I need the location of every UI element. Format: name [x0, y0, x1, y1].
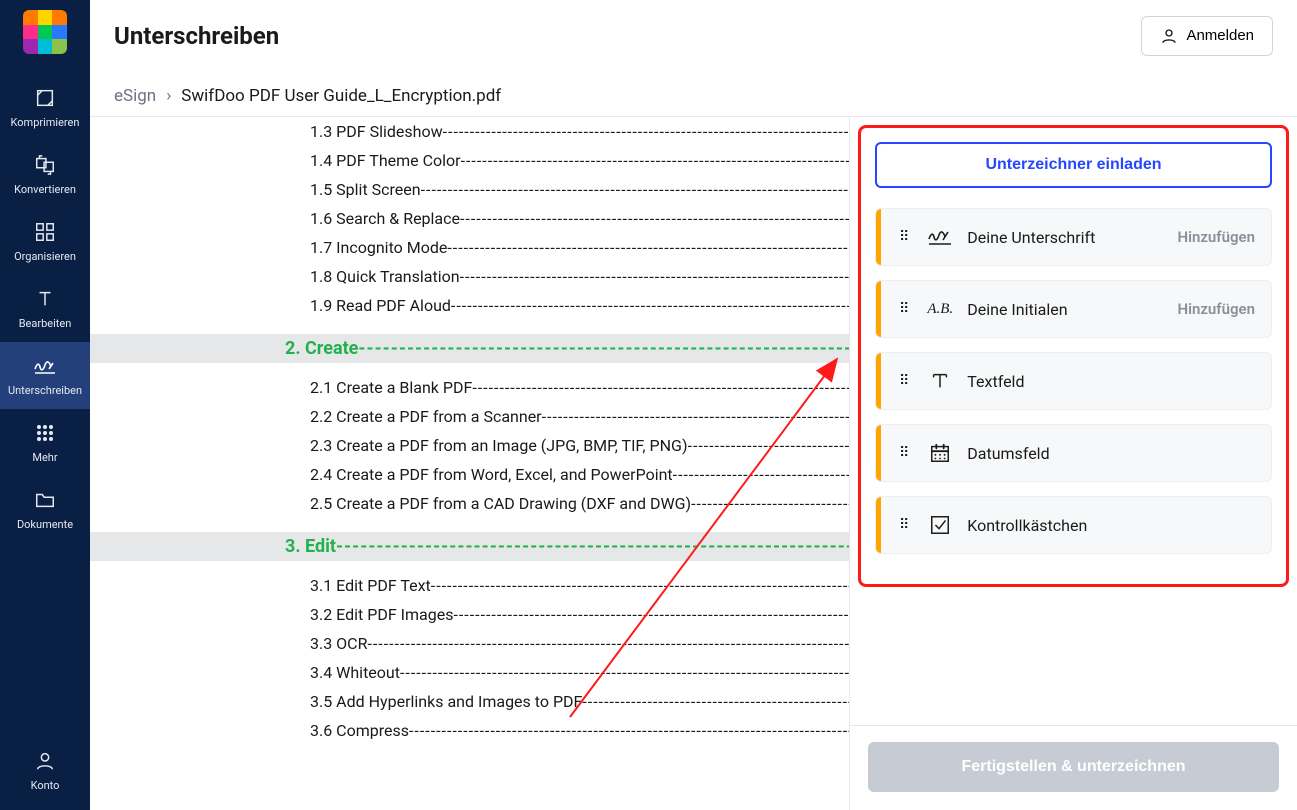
- toc-item: 3.5 Add Hyperlinks and Images to PDF----…: [90, 687, 849, 716]
- document-scroll[interactable]: 1.3 PDF Slideshow-----------------------…: [90, 117, 849, 810]
- convert-icon: [33, 153, 57, 177]
- toc-item: 1.5 Split Screen------------------------…: [90, 175, 849, 204]
- drag-handle-icon[interactable]: ⠿: [899, 450, 911, 456]
- sidebar-item-label: Konvertieren: [14, 183, 76, 196]
- field-label: Kontrollkästchen: [967, 516, 1255, 535]
- field-accent: [876, 425, 881, 481]
- initials-icon: A.B.: [927, 296, 953, 322]
- organize-icon: [33, 220, 57, 244]
- drag-handle-icon[interactable]: ⠿: [899, 234, 911, 240]
- finish-sign-button[interactable]: Fertigstellen & unterzeichnen: [868, 742, 1279, 792]
- field-label: Deine Unterschrift: [967, 228, 1177, 247]
- text-icon: [927, 368, 953, 394]
- toc-item: 1.7 Incognito Mode----------------------…: [90, 233, 849, 262]
- app-logo[interactable]: [23, 10, 67, 54]
- signature-icon: [927, 224, 953, 250]
- toc-item: 3.2 Edit PDF Images---------------------…: [90, 600, 849, 629]
- toc-item: 1.9 Read PDF Aloud----------------------…: [90, 291, 849, 320]
- drag-handle-icon[interactable]: ⠿: [899, 378, 911, 384]
- invite-signers-button[interactable]: Unterzeichner einladen: [875, 142, 1272, 188]
- drag-handle-icon[interactable]: ⠿: [899, 306, 911, 312]
- date-icon: [927, 440, 953, 466]
- sign-icon: [33, 354, 57, 378]
- field-checkbox[interactable]: ⠿ Kontrollkästchen: [875, 496, 1272, 554]
- toc-section: 2. Create ------------------------------…: [90, 334, 849, 363]
- sidebar-item-account[interactable]: Konto: [0, 737, 90, 804]
- sidebar-item-label: Dokumente: [17, 518, 73, 531]
- field-accent: [876, 209, 881, 265]
- field-label: Deine Initialen: [967, 300, 1177, 319]
- field-signature[interactable]: ⠿ Deine UnterschriftHinzufügen: [875, 208, 1272, 266]
- login-button[interactable]: Anmelden: [1141, 16, 1273, 56]
- sidebar-item-sign[interactable]: Unterschreiben: [0, 342, 90, 409]
- sidebar-item-more[interactable]: Mehr: [0, 409, 90, 476]
- field-action[interactable]: Hinzufügen: [1177, 300, 1255, 318]
- toc-item: 1.8 Quick Translation-------------------…: [90, 262, 849, 291]
- signature-tools-box: Unterzeichner einladen ⠿ Deine Unterschri…: [858, 125, 1289, 587]
- sidebar-item-label: Komprimieren: [11, 116, 80, 129]
- toc-item: 1.3 PDF Slideshow-----------------------…: [90, 117, 849, 146]
- breadcrumb-file: SwifDoo PDF User Guide_L_Encryption.pdf: [181, 86, 501, 106]
- field-accent: [876, 353, 881, 409]
- account-icon: [33, 749, 57, 773]
- sidebar-item-convert[interactable]: Konvertieren: [0, 141, 90, 208]
- toc-section: 3. Edit --------------------------------…: [90, 532, 849, 561]
- toc-item: 3.6 Compress----------------------------…: [90, 716, 849, 745]
- breadcrumb-separator: ›: [166, 86, 171, 106]
- toc-item: 1.6 Search & Replace--------------------…: [90, 204, 849, 233]
- sidebar-item-compress[interactable]: Komprimieren: [0, 74, 90, 141]
- toc-item: 2.4 Create a PDF from Word, Excel, and P…: [90, 460, 849, 489]
- toc-item: 3.3 OCR---------------------------------…: [90, 629, 849, 658]
- sidebar: Komprimieren Konvertieren Organisieren B…: [0, 0, 90, 810]
- sidebar-item-label: Mehr: [32, 451, 57, 464]
- compress-icon: [33, 86, 57, 110]
- field-label: Datumsfeld: [967, 444, 1255, 463]
- workspace: 1.3 PDF Slideshow-----------------------…: [90, 116, 1297, 810]
- field-action[interactable]: Hinzufügen: [1177, 228, 1255, 246]
- toc-item: 2.5 Create a PDF from a CAD Drawing (DXF…: [90, 489, 849, 518]
- main: Unterschreiben Anmelden eSign › SwifDoo …: [90, 0, 1297, 810]
- sidebar-item-label: Unterschreiben: [8, 384, 82, 397]
- checkbox-icon: [927, 512, 953, 538]
- topbar: Unterschreiben Anmelden: [90, 0, 1297, 72]
- user-icon: [1160, 27, 1178, 45]
- sidebar-item-organize[interactable]: Organisieren: [0, 208, 90, 275]
- toc-item: 3.4 Whiteout----------------------------…: [90, 658, 849, 687]
- field-initials[interactable]: ⠿ A.B. Deine InitialenHinzufügen: [875, 280, 1272, 338]
- folder-icon: [33, 488, 57, 512]
- field-accent: [876, 281, 881, 337]
- right-panel: Unterzeichner einladen ⠿ Deine Unterschri…: [849, 117, 1297, 810]
- breadcrumb-root[interactable]: eSign: [114, 86, 156, 106]
- document-viewer: 1.3 PDF Slideshow-----------------------…: [90, 117, 849, 810]
- more-icon: [33, 421, 57, 445]
- sidebar-item-documents[interactable]: Dokumente: [0, 476, 90, 543]
- login-label: Anmelden: [1186, 27, 1254, 44]
- field-text[interactable]: ⠿ Textfeld: [875, 352, 1272, 410]
- toc-item: 2.1 Create a Blank PDF------------------…: [90, 373, 849, 402]
- sidebar-item-label: Organisieren: [14, 250, 76, 263]
- sidebar-item-label: Bearbeiten: [19, 317, 72, 330]
- toc-item: 3.1 Edit PDF Text-----------------------…: [90, 571, 849, 600]
- toc-item: 2.2 Create a PDF from a Scanner---------…: [90, 402, 849, 431]
- drag-handle-icon[interactable]: ⠿: [899, 522, 911, 528]
- page-title: Unterschreiben: [114, 22, 279, 50]
- toc-item: 2.3 Create a PDF from an Image (JPG, BMP…: [90, 431, 849, 460]
- field-date[interactable]: ⠿ Datumsfeld: [875, 424, 1272, 482]
- sidebar-item-label: Konto: [31, 779, 60, 792]
- toc-item: 1.4 PDF Theme Color---------------------…: [90, 146, 849, 175]
- field-accent: [876, 497, 881, 553]
- edit-text-icon: [33, 287, 57, 311]
- breadcrumb: eSign › SwifDoo PDF User Guide_L_Encrypt…: [90, 72, 1297, 116]
- sidebar-item-edit[interactable]: Bearbeiten: [0, 275, 90, 342]
- field-label: Textfeld: [967, 372, 1255, 391]
